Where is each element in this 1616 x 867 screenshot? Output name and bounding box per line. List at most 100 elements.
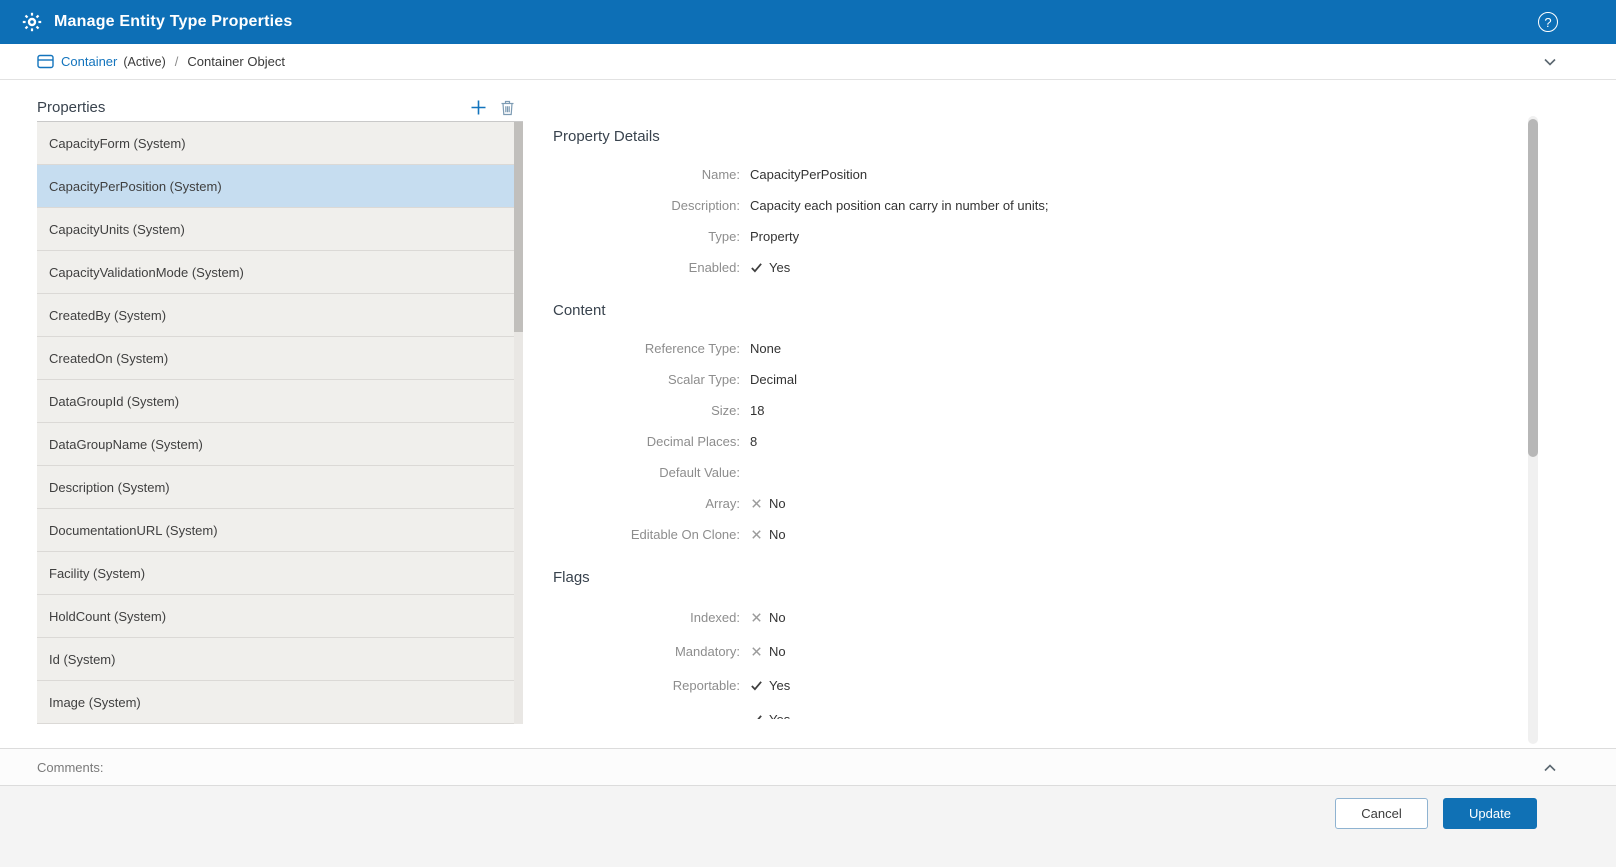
section-title-flags: Flags xyxy=(553,569,590,586)
list-item[interactable]: Image (System) xyxy=(37,681,523,724)
breadcrumb-separator: / xyxy=(174,54,179,69)
window-title: Manage Entity Type Properties xyxy=(54,13,293,30)
footer-actions: Cancel Update xyxy=(0,786,1616,867)
list-item[interactable]: CreatedOn (System) xyxy=(37,337,523,380)
cancel-button[interactable]: Cancel xyxy=(1335,798,1428,829)
detail-label: Reference Type: xyxy=(644,341,740,356)
comments-label: Comments: xyxy=(37,759,104,775)
detail-label: Enabled: xyxy=(688,260,740,275)
properties-list-scrollbar[interactable] xyxy=(514,122,523,724)
detail-label: Mandatory: xyxy=(674,643,740,659)
detail-value: Yes xyxy=(750,678,790,693)
list-item-label: Image (System) xyxy=(49,694,141,710)
detail-value: Capacity each position can carry in numb… xyxy=(750,198,1048,213)
list-item-label: CapacityPerPosition (System) xyxy=(49,178,222,194)
detail-value: No xyxy=(750,496,786,511)
x-icon xyxy=(752,530,761,539)
detail-row: Mandatory: No xyxy=(553,634,1433,668)
help-icon[interactable]: ? xyxy=(1538,12,1558,32)
breadcrumb-entity-link[interactable]: Container xyxy=(61,54,117,69)
help-glyph: ? xyxy=(1544,14,1552,30)
list-item[interactable]: CapacityPerPosition (System) xyxy=(37,165,523,208)
detail-value-text: 8 xyxy=(750,434,758,449)
detail-label: Decimal Places: xyxy=(646,434,740,449)
properties-list-scrollbar-thumb[interactable] xyxy=(514,122,523,332)
list-item[interactable]: DocumentationURL (System) xyxy=(37,509,523,552)
chevron-up-icon[interactable] xyxy=(1542,760,1558,776)
section-rows-content: Reference Type: None Scalar Type: Decimal Si… xyxy=(553,333,1433,550)
detail-label: Name: xyxy=(701,167,740,182)
list-item[interactable]: CapacityUnits (System) xyxy=(37,208,523,251)
list-item[interactable]: CreatedBy (System) xyxy=(37,294,523,337)
section-title-content: Content xyxy=(553,302,606,319)
detail-value: CapacityPerPosition xyxy=(750,167,867,182)
detail-label: Editable On Clone: xyxy=(630,527,740,542)
detail-value-text: Decimal xyxy=(750,372,797,387)
update-button[interactable]: Update xyxy=(1443,798,1537,829)
detail-row: Reportable: Yes xyxy=(553,668,1433,702)
list-item-label: Id (System) xyxy=(49,651,116,667)
detail-value-text: Yes xyxy=(769,677,791,693)
detail-value: Decimal xyxy=(750,372,797,387)
list-item-label: CapacityUnits (System) xyxy=(49,221,185,237)
comments-bar[interactable]: Comments: xyxy=(0,748,1616,786)
detail-row: Yes xyxy=(553,702,1433,719)
gear-icon xyxy=(22,12,42,32)
detail-value-text: No xyxy=(769,496,786,511)
main-content: Properties CapacityForm (System) Capacity… xyxy=(0,80,1616,748)
list-item[interactable]: DataGroupName (System) xyxy=(37,423,523,466)
list-item[interactable]: CapacityValidationMode (System) xyxy=(37,251,523,294)
check-icon xyxy=(752,714,762,719)
delete-property-icon[interactable] xyxy=(500,100,515,116)
list-item[interactable]: Description (System) xyxy=(37,466,523,509)
main-scrollbar-thumb[interactable] xyxy=(1528,119,1538,457)
manage-entity-type-properties-window: Manage Entity Type Properties ? Containe… xyxy=(0,0,1616,867)
detail-label: Default Value: xyxy=(659,465,740,480)
x-icon xyxy=(752,612,761,622)
list-item-label: CapacityValidationMode (System) xyxy=(49,264,244,280)
list-item-label: DocumentationURL (System) xyxy=(49,522,218,538)
list-item[interactable]: Facility (System) xyxy=(37,552,523,595)
x-icon xyxy=(752,646,761,656)
list-item-label: DataGroupName (System) xyxy=(49,436,203,452)
topbar: Manage Entity Type Properties ? xyxy=(0,0,1616,44)
detail-label: Indexed: xyxy=(690,609,740,625)
container-icon xyxy=(37,54,54,69)
detail-row: Indexed: No xyxy=(553,600,1433,634)
list-item[interactable]: DataGroupId (System) xyxy=(37,380,523,423)
breadcrumb-status: (Active) xyxy=(123,54,166,69)
details-panel: Property Details Name: CapacityPerPosition… xyxy=(553,123,1433,719)
main-scrollbar[interactable] xyxy=(1528,116,1538,744)
detail-label: Scalar Type: xyxy=(667,372,740,387)
detail-row: Scalar Type: Decimal xyxy=(553,364,1433,395)
properties-panel: Properties CapacityForm (System) Capacity… xyxy=(37,94,523,724)
list-item[interactable]: CapacityForm (System) xyxy=(37,122,523,165)
detail-label: Description: xyxy=(671,198,740,213)
list-item-label: Facility (System) xyxy=(49,565,146,581)
chevron-down-icon[interactable] xyxy=(1542,54,1558,70)
detail-value: Yes xyxy=(750,260,790,275)
detail-value: Yes xyxy=(750,711,791,720)
detail-value: 18 xyxy=(750,403,764,418)
detail-value-text: None xyxy=(750,341,782,356)
check-icon xyxy=(751,680,762,691)
breadcrumb: Container (Active) / Container Object xyxy=(0,44,1616,80)
detail-row: Reference Type: None xyxy=(553,333,1433,364)
detail-row: Description: Capacity each position can c… xyxy=(553,190,1433,221)
list-item[interactable]: Id (System) xyxy=(37,638,523,681)
detail-value-text: 18 xyxy=(750,403,765,418)
list-item[interactable]: HoldCount (System) xyxy=(37,595,523,638)
detail-value-text: Property xyxy=(750,229,800,244)
detail-value: 8 xyxy=(750,434,757,449)
list-item-label: CreatedBy (System) xyxy=(49,307,167,323)
detail-value: No xyxy=(750,644,786,659)
detail-value-text: Yes xyxy=(769,260,791,275)
list-item-label: CapacityForm (System) xyxy=(49,135,186,151)
detail-row: Enabled: Yes xyxy=(553,252,1433,283)
detail-label: Type: xyxy=(708,229,740,244)
detail-value: No xyxy=(750,527,786,542)
detail-value-text: Yes xyxy=(769,711,791,720)
add-property-icon[interactable] xyxy=(470,99,487,116)
list-item-label: CreatedOn (System) xyxy=(49,350,169,366)
detail-value: No xyxy=(750,610,786,625)
